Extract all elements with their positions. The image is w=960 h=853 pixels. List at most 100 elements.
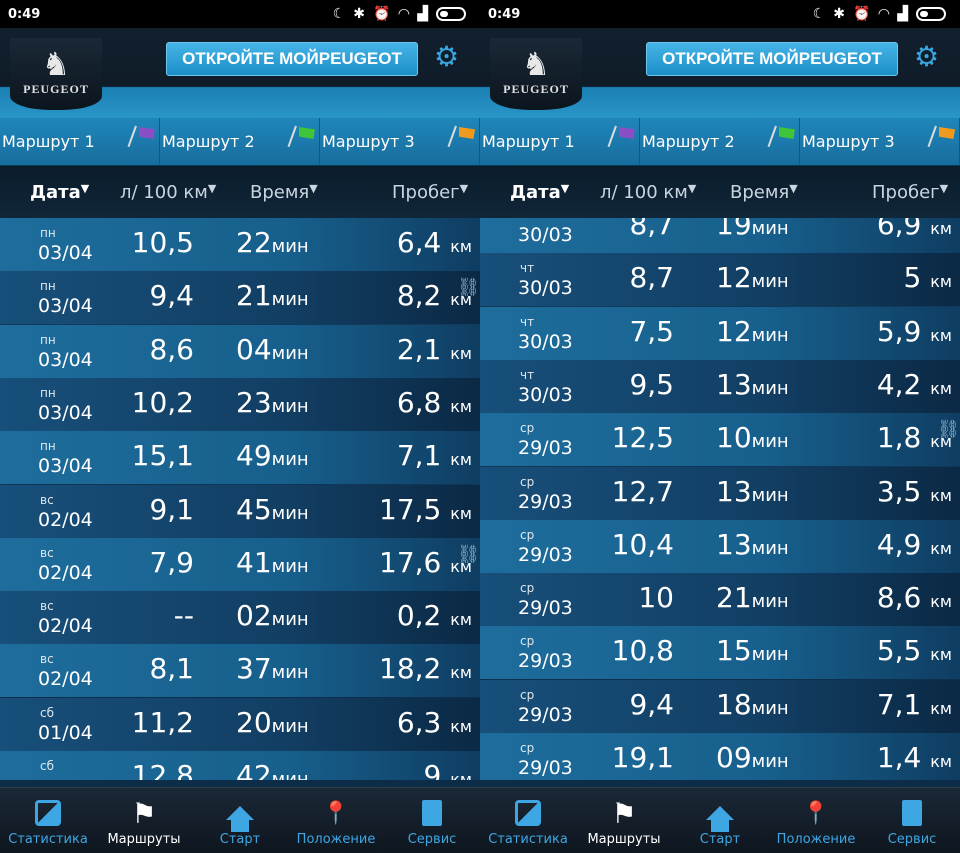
table-row[interactable]: ср 29/03 10,8 15мин 5,5 км xyxy=(480,626,960,680)
trip-consumption: 12,8 xyxy=(131,759,194,780)
distance-unit: км xyxy=(930,592,952,612)
nav-flag[interactable]: ⚑ Маршруты xyxy=(576,788,672,853)
table-row[interactable]: ср 29/03 9,4 18мин 7,1 км xyxy=(480,679,960,733)
trip-distance: 4,9 км xyxy=(877,528,952,561)
open-mypeugeot-button[interactable]: ОТКРОЙТЕ МОЙPEUGEOT xyxy=(646,42,898,76)
distance-unit: км xyxy=(930,485,952,505)
nav-label: Положение xyxy=(296,832,376,847)
tab-route-3[interactable]: Маршрут 3 xyxy=(320,118,480,165)
table-row[interactable]: ср 29/03 10 21мин 8,6 км xyxy=(480,573,960,627)
flag-icon-shape: ⚑ xyxy=(131,796,157,830)
table-row[interactable]: пн 03/04 8,6 04мин 2,1 км xyxy=(0,324,480,378)
route-label: Маршрут 1 xyxy=(2,132,95,151)
table-row[interactable]: вс 02/04 -- 02мин 0,2 км xyxy=(0,591,480,645)
trip-distance: 6,8 км xyxy=(397,386,472,419)
tab-route-1[interactable]: Маршрут 1 xyxy=(0,118,160,165)
col-date[interactable]: Дата▼ xyxy=(30,182,89,203)
trip-distance: 0,2 км xyxy=(397,599,472,632)
status-time: 0:49 xyxy=(8,6,41,22)
trip-time: 15мин xyxy=(716,634,789,667)
nav-label: Статистика xyxy=(488,832,568,847)
table-row[interactable]: вс 02/04 9,1 45мин 17,5 км xyxy=(0,484,480,538)
open-mypeugeot-button[interactable]: ОТКРОЙТЕ МОЙPEUGEOT xyxy=(166,42,418,76)
nav-location-car[interactable]: 📍 Положение xyxy=(288,788,384,853)
chain-link-icon[interactable]: ⛓ xyxy=(457,277,480,298)
table-row[interactable]: сб 12,8 42мин 9 км xyxy=(0,751,480,780)
trip-time: 20мин xyxy=(236,706,309,739)
table-row[interactable]: сб 01/04 11,2 20мин 6,3 км xyxy=(0,697,480,751)
trip-time-value: 04 xyxy=(236,332,272,366)
table-row[interactable]: чт 30/03 9,5 13мин 4,2 км xyxy=(480,359,960,413)
col-distance[interactable]: Пробег▼ xyxy=(872,182,948,203)
table-row[interactable]: пн 03/04 10,2 23мин 6,8 км xyxy=(0,377,480,431)
trip-day: вс xyxy=(40,492,54,507)
trip-time: 23мин xyxy=(236,386,309,419)
table-row[interactable]: пн 03/04 15,1 49мин 7,1 км xyxy=(0,431,480,485)
table-row[interactable]: ср 29/03 19,1 09мин 1,4 км xyxy=(480,733,960,780)
table-row[interactable]: ср 29/03 12,7 13мин 3,5 км xyxy=(480,466,960,520)
trip-time-value: 09 xyxy=(716,741,752,774)
distance-unit: км xyxy=(930,272,952,292)
tab-route-1[interactable]: Маршрут 1 xyxy=(480,118,640,165)
col-consumption[interactable]: л/ 100 км▼ xyxy=(120,182,216,203)
trip-distance: 6,9 км xyxy=(877,218,952,241)
trip-consumption: 8,7 xyxy=(629,261,674,295)
trip-date: 29/03 xyxy=(518,757,573,779)
table-row[interactable]: ср 29/03 10,4 13мин 4,9 км xyxy=(480,519,960,573)
trip-list[interactable]: пн 03/04 10,5 22мин 6,4 км пн 03/04 9,4 21мин 8,2… xyxy=(0,218,480,780)
tab-route-2[interactable]: Маршрут 2 xyxy=(160,118,320,165)
trip-day: ср xyxy=(520,581,535,596)
trip-date: 01/04 xyxy=(38,721,93,744)
status-bar: 0:49 ☾ ✱ ⏰ ◠ ▟ xyxy=(0,0,480,28)
nav-chart[interactable]: Статистика xyxy=(480,788,576,853)
trip-time-value: 13 xyxy=(716,527,752,561)
nav-chart[interactable]: Статистика xyxy=(0,788,96,853)
table-row[interactable]: пн 03/04 9,4 21мин 8,2 км ⛓ xyxy=(0,271,480,325)
table-row[interactable]: чт 30/03 8,7 12мин 5 км xyxy=(480,253,960,307)
flag-icon xyxy=(293,126,315,144)
chain-link-icon[interactable]: ⛓ xyxy=(457,544,480,565)
gear-icon[interactable]: ⚙ xyxy=(914,40,948,76)
nav-location-car[interactable]: 📍 Положение xyxy=(768,788,864,853)
nav-home[interactable]: Старт xyxy=(672,788,768,853)
col-consumption[interactable]: л/ 100 км▼ xyxy=(600,182,696,203)
nav-service-book[interactable]: Сервис xyxy=(864,788,960,853)
col-time[interactable]: Время▼ xyxy=(250,182,318,203)
distance-unit: км xyxy=(450,716,472,736)
col-date[interactable]: Дата▼ xyxy=(510,182,569,203)
trip-list[interactable]: 30/03 8,7 19мин 6,9 км чт 30/03 8,7 12мин 5 км чт… xyxy=(480,218,960,780)
service-book-icon-shape xyxy=(902,800,922,826)
trip-day: ср xyxy=(520,741,535,755)
trip-day: ср xyxy=(520,687,535,702)
gear-icon[interactable]: ⚙ xyxy=(434,40,468,76)
trip-distance-value: 8,6 xyxy=(876,581,922,615)
home-icon xyxy=(705,798,735,832)
table-row[interactable]: 30/03 8,7 19мин 6,9 км xyxy=(480,218,960,253)
table-row[interactable]: вс 02/04 8,1 37мин 18,2 км xyxy=(0,644,480,698)
col-distance[interactable]: Пробег▼ xyxy=(392,182,468,203)
tab-route-2[interactable]: Маршрут 2 xyxy=(640,118,800,165)
trip-time: 09мин xyxy=(716,741,789,774)
trip-time-value: 22 xyxy=(236,226,272,259)
trip-distance-value: 3,5 xyxy=(876,474,922,508)
table-row[interactable]: чт 30/03 7,5 12мин 5,9 км xyxy=(480,306,960,360)
trip-consumption: 10 xyxy=(638,581,674,615)
trip-date: 30/03 xyxy=(518,330,573,353)
tab-route-3[interactable]: Маршрут 3 xyxy=(800,118,960,165)
nav-label: Старт xyxy=(219,832,261,847)
col-time[interactable]: Время▼ xyxy=(730,182,798,203)
status-bar: 0:49 ☾ ✱ ⏰ ◠ ▟ xyxy=(480,0,960,28)
time-unit: мин xyxy=(751,484,789,506)
trip-consumption: 8,7 xyxy=(629,218,674,241)
trip-distance-value: 5,9 xyxy=(876,314,922,348)
chain-link-icon[interactable]: ⛓ xyxy=(937,419,960,440)
table-row[interactable]: вс 02/04 7,9 41мин 17,6 км ⛓ xyxy=(0,537,480,591)
nav-service-book[interactable]: Сервис xyxy=(384,788,480,853)
flag-icon xyxy=(453,126,475,144)
nav-flag[interactable]: ⚑ Маршруты xyxy=(96,788,192,853)
trip-consumption: 10,8 xyxy=(611,634,674,668)
table-row[interactable]: ср 29/03 12,5 10мин 1,8 км ⛓ xyxy=(480,413,960,467)
nav-home[interactable]: Старт xyxy=(192,788,288,853)
trip-day: пн xyxy=(40,279,56,294)
table-row[interactable]: пн 03/04 10,5 22мин 6,4 км xyxy=(0,218,480,271)
